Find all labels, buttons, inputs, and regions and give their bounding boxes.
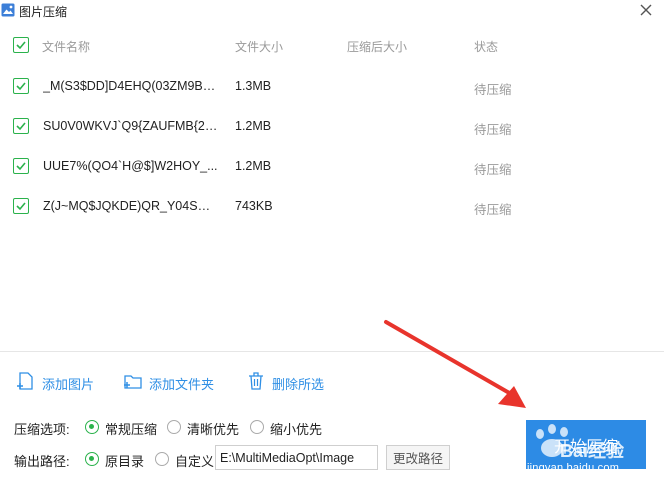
checkbox-checked-icon (16, 202, 26, 211)
watermark-url: jingyan.baidu.com (527, 462, 620, 474)
header-file-name[interactable]: 文件名称 (42, 38, 90, 55)
checkbox-checked-icon (16, 162, 26, 171)
add-folder-button[interactable]: 添加文件夹 (123, 370, 223, 392)
output-path-label: 输出路径: (14, 454, 70, 469)
add-image-button[interactable]: 添加图片 (16, 370, 106, 392)
delete-selected-button[interactable]: 删除所选 (246, 370, 336, 392)
option-size-first[interactable]: 缩小优先 (270, 419, 322, 438)
row-checkbox[interactable] (13, 198, 29, 214)
row-status: 待压缩 (474, 163, 512, 177)
trash-icon (249, 372, 263, 390)
table-row[interactable]: Z(J~MQ$JQKDE)QR_Y04SGE... 743KB 待压缩 (0, 186, 664, 226)
header-file-size[interactable]: 文件大小 (235, 38, 283, 55)
option-original-dir[interactable]: 原目录 (105, 451, 144, 470)
checkbox-checked-icon (16, 82, 26, 91)
table-header: 文件名称 文件大小 压缩后大小 状态 (0, 28, 664, 64)
radio-size-first[interactable] (250, 420, 264, 434)
select-all-checkbox[interactable] (13, 37, 29, 53)
row-status: 待压缩 (474, 83, 512, 97)
add-folder-icon (124, 375, 142, 389)
option-custom-dir[interactable]: 自定义 (175, 451, 214, 470)
option-normal-compress[interactable]: 常规压缩 (105, 419, 157, 438)
row-file-size: 1.2MB (235, 159, 272, 173)
radio-clarity-first[interactable] (167, 420, 181, 434)
change-path-button[interactable]: 更改路径 (386, 445, 450, 470)
radio-original-dir[interactable] (85, 452, 99, 466)
row-file-size: 743KB (235, 199, 273, 213)
row-file-name: Z(J~MQ$JQKDE)QR_Y04SGE... (43, 199, 219, 213)
compress-options-label: 压缩选项: (14, 422, 70, 437)
row-checkbox[interactable] (13, 78, 29, 94)
option-clarity-first[interactable]: 清晰优先 (187, 419, 239, 438)
table-row[interactable]: _M(S3$DD]D4EHQ(03ZM9B_... 1.3MB 待压缩 (0, 66, 664, 106)
row-status: 待压缩 (474, 203, 512, 217)
window-title: 图片压缩 (19, 5, 68, 19)
row-status: 待压缩 (474, 123, 512, 137)
app-icon (1, 3, 15, 17)
radio-normal-compress[interactable] (85, 420, 99, 434)
radio-custom-dir[interactable] (155, 452, 169, 466)
row-checkbox[interactable] (13, 158, 29, 174)
header-status[interactable]: 状态 (474, 38, 498, 55)
divider (0, 351, 664, 352)
add-folder-label: 添加文件夹 (149, 377, 215, 392)
checkbox-checked-icon (16, 122, 26, 131)
add-image-icon (17, 372, 33, 390)
header-compressed-size[interactable]: 压缩后大小 (347, 38, 407, 55)
row-file-name: SU0V0WKVJ`Q9{ZAUFMB{23... (43, 119, 219, 133)
table-row[interactable]: SU0V0WKVJ`Q9{ZAUFMB{23... 1.2MB 待压缩 (0, 106, 664, 146)
watermark-text: Bai经验 (560, 441, 625, 461)
table-row[interactable]: UUE7%(QO4`H@$]W2HOY_... 1.2MB 待压缩 (0, 146, 664, 186)
close-icon[interactable] (638, 2, 654, 18)
checkbox-checked-icon (16, 41, 26, 50)
annotation-arrow (384, 320, 526, 408)
row-file-name: _M(S3$DD]D4EHQ(03ZM9B_... (43, 79, 219, 93)
output-path-input[interactable] (215, 445, 378, 470)
row-file-size: 1.3MB (235, 79, 272, 93)
title-bar: 图片压缩 (0, 0, 664, 22)
add-image-label: 添加图片 (42, 377, 95, 392)
row-checkbox[interactable] (13, 118, 29, 134)
delete-selected-label: 删除所选 (272, 377, 325, 392)
row-file-size: 1.2MB (235, 119, 272, 133)
row-file-name: UUE7%(QO4`H@$]W2HOY_... (43, 159, 218, 173)
